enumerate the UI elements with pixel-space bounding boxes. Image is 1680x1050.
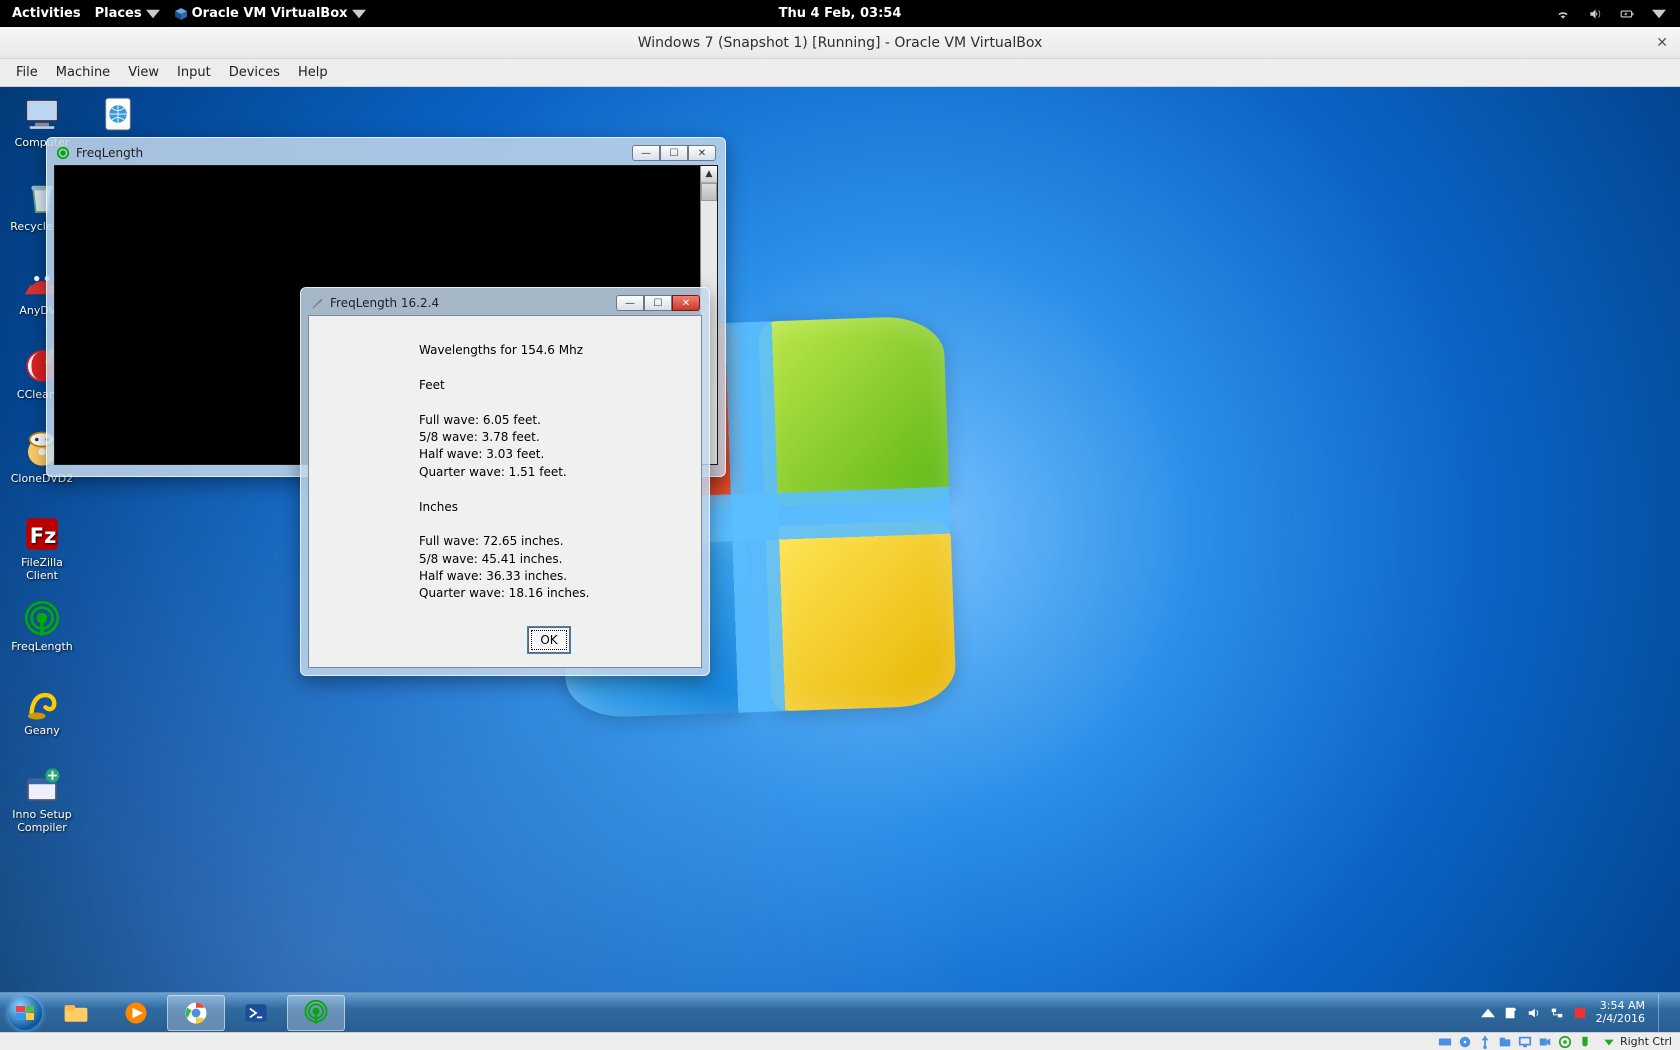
vbox-mouse-icon[interactable] — [1578, 1035, 1592, 1049]
tray-date: 2/4/2016 — [1596, 1013, 1645, 1026]
scroll-up-arrow[interactable]: ▲ — [701, 166, 717, 183]
freqlength-icon — [21, 597, 63, 639]
virtualbox-cube-icon — [174, 7, 188, 21]
window-titlebar[interactable]: FreqLength — ☐ ✕ — [54, 145, 718, 165]
vbox-guest-additions-icon[interactable] — [1558, 1035, 1572, 1049]
feather-icon — [310, 296, 324, 310]
desktop-icon-geany[interactable]: Geany — [6, 681, 78, 759]
close-icon[interactable]: ✕ — [1656, 35, 1668, 51]
minimize-button[interactable]: — — [616, 295, 644, 311]
desktop-icon-inno-setup[interactable]: Inno Setup Compiler — [6, 765, 78, 843]
windows-taskbar: 3:54 AM 2/4/2016 — [0, 992, 1680, 1032]
guest-desktop[interactable]: Computer Recycle Bin AnyDVD CCleaner Clo… — [0, 87, 1680, 1050]
dialog-body: Wavelengths for 154.6 Mhz Feet Full wave… — [308, 315, 702, 668]
chevron-down-icon[interactable] — [1652, 7, 1666, 21]
gnome-activities[interactable]: Activities — [12, 6, 81, 21]
virtualbox-menubar: File Machine View Input Devices Help — [0, 59, 1680, 87]
menu-input[interactable]: Input — [169, 61, 219, 84]
vbox-usb-icon[interactable] — [1478, 1035, 1492, 1049]
close-button[interactable]: ✕ — [688, 145, 716, 161]
window-titlebar[interactable]: FreqLength 16.2.4 — ☐ ✕ — [308, 295, 702, 315]
desktop-icon-filezilla[interactable]: Fz FileZilla Client — [6, 513, 78, 591]
start-button[interactable] — [4, 993, 46, 1033]
virtualbox-titlebar[interactable]: Windows 7 (Snapshot 1) [Running] - Oracl… — [0, 27, 1680, 59]
svg-text:Fz: Fz — [30, 524, 57, 548]
maximize-button[interactable]: ☐ — [660, 145, 688, 161]
maximize-button[interactable]: ☐ — [644, 295, 672, 311]
ok-button[interactable]: OK — [528, 627, 570, 653]
gnome-top-bar: Activities Places Oracle VM VirtualBox T… — [0, 0, 1680, 27]
tray-action-center-icon[interactable] — [1504, 1006, 1518, 1020]
taskbar-running-chrome[interactable] — [167, 995, 225, 1031]
window-title: Windows 7 (Snapshot 1) [Running] - Oracl… — [638, 35, 1043, 51]
chevron-down-icon — [352, 7, 366, 21]
tray-volume-icon[interactable] — [1527, 1006, 1541, 1020]
inno-setup-icon — [21, 765, 63, 807]
virtualbox-window: Windows 7 (Snapshot 1) [Running] - Oracl… — [0, 27, 1680, 1050]
vbox-shared-folders-icon[interactable] — [1498, 1035, 1512, 1049]
feet-full: Full wave: 6.05 feet. — [419, 412, 679, 429]
geany-icon — [21, 681, 63, 723]
freqlength-dialog[interactable]: FreqLength 16.2.4 — ☐ ✕ Wavelengths for … — [300, 287, 710, 676]
windows-orb-icon — [8, 996, 42, 1030]
system-tray: 3:54 AM 2/4/2016 — [1481, 994, 1676, 1032]
close-button[interactable]: ✕ — [672, 295, 700, 311]
gnome-app-menu[interactable]: Oracle VM VirtualBox — [174, 6, 366, 21]
menu-machine[interactable]: Machine — [48, 61, 118, 84]
volume-icon[interactable] — [1588, 7, 1602, 21]
minimize-button[interactable]: — — [632, 145, 660, 161]
tray-chevron-up-icon[interactable] — [1481, 1006, 1495, 1020]
inches-five8: 5/8 wave: 45.41 inches. — [419, 551, 679, 568]
window-title-text: FreqLength — [76, 146, 143, 160]
taskbar-pinned-wmplayer[interactable] — [107, 995, 165, 1031]
menu-devices[interactable]: Devices — [221, 61, 288, 84]
window-title-text: FreqLength 16.2.4 — [330, 296, 439, 310]
gnome-places[interactable]: Places — [95, 6, 160, 21]
dialog-heading: Wavelengths for 154.6 Mhz — [419, 342, 679, 359]
inches-quarter: Quarter wave: 18.16 inches. — [419, 585, 679, 602]
battery-icon[interactable] — [1620, 7, 1634, 21]
keyboard-down-arrow-icon — [1602, 1035, 1616, 1049]
tray-network-icon[interactable] — [1550, 1006, 1564, 1020]
taskbar-pinned-explorer[interactable] — [47, 995, 105, 1031]
vbox-display-icon[interactable] — [1518, 1035, 1532, 1049]
gnome-clock[interactable]: Thu 4 Feb, 03:54 — [779, 6, 902, 21]
inches-half: Half wave: 36.33 inches. — [419, 568, 679, 585]
tray-time: 3:54 AM — [1596, 1000, 1645, 1013]
menu-view[interactable]: View — [120, 61, 167, 84]
show-desktop-button[interactable] — [1658, 994, 1668, 1032]
globe-document-icon — [97, 93, 139, 135]
tray-app-icon[interactable] — [1573, 1006, 1587, 1020]
desktop-icon-freqlength[interactable]: FreqLength — [6, 597, 78, 675]
vbox-host-key-indicator[interactable]: Right Ctrl — [1602, 1035, 1672, 1049]
filezilla-icon: Fz — [21, 513, 63, 555]
virtualbox-status-bar: Right Ctrl — [0, 1032, 1680, 1050]
freqlength-icon — [56, 146, 70, 160]
taskbar-running-powershell[interactable] — [227, 995, 285, 1031]
section-label-inches: Inches — [419, 499, 679, 516]
vbox-optical-icon[interactable] — [1458, 1035, 1472, 1049]
tray-clock[interactable]: 3:54 AM 2/4/2016 — [1596, 1000, 1645, 1025]
desktop-icon-label: FreqLength — [11, 641, 73, 654]
scroll-thumb[interactable] — [701, 183, 717, 201]
menu-help[interactable]: Help — [290, 61, 336, 84]
feet-quarter: Quarter wave: 1.51 feet. — [419, 464, 679, 481]
inches-full: Full wave: 72.65 inches. — [419, 533, 679, 550]
feet-five8: 5/8 wave: 3.78 feet. — [419, 429, 679, 446]
section-label-feet: Feet — [419, 377, 679, 394]
chevron-down-icon — [146, 7, 160, 21]
vbox-harddisk-icon[interactable] — [1438, 1035, 1452, 1049]
feet-half: Half wave: 3.03 feet. — [419, 446, 679, 463]
desktop-icon-label: FileZilla Client — [6, 557, 78, 582]
host-key-label: Right Ctrl — [1620, 1035, 1672, 1048]
wifi-icon[interactable] — [1556, 7, 1570, 21]
computer-icon — [21, 93, 63, 135]
taskbar-running-freqlength[interactable] — [287, 995, 345, 1031]
menu-file[interactable]: File — [8, 61, 46, 84]
desktop-icon-label: Geany — [24, 725, 60, 738]
vbox-video-capture-icon[interactable] — [1538, 1035, 1552, 1049]
desktop-icon-label: Inno Setup Compiler — [6, 809, 78, 834]
